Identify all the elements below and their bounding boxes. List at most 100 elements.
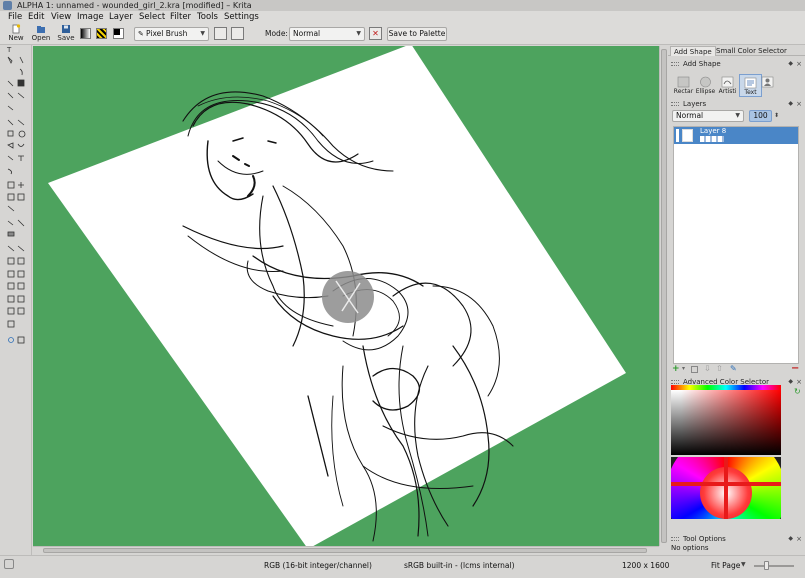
shape-artistic-label: Artisti xyxy=(718,88,737,95)
layer-properties-icon[interactable]: ✎ xyxy=(730,364,737,373)
add-shape-header: Add Shape ◆ × xyxy=(668,59,805,69)
close-icon[interactable]: × xyxy=(796,99,802,109)
right-docker-panel: Add Shape Small Color Selector Add Shape… xyxy=(668,45,805,555)
advanced-color-selector[interactable] xyxy=(671,385,781,519)
layers-header: Layers ◆ × xyxy=(668,99,805,109)
layer-blend-mode-value: Normal xyxy=(676,111,704,120)
rectangle-shape-icon xyxy=(677,76,690,88)
menu-file[interactable]: File xyxy=(8,11,22,23)
status-bar: RGB (16-bit integer/channel) sRGB built-… xyxy=(0,555,805,578)
layer-thumbnail xyxy=(682,129,693,142)
save-to-palette-button[interactable]: Save to Palette xyxy=(387,27,447,41)
grip-icon xyxy=(671,62,679,66)
toolbox-icons: T xyxy=(6,46,26,344)
canvas-drawing[interactable] xyxy=(33,46,659,546)
open-button-label: Open xyxy=(31,34,51,42)
menu-tools[interactable]: Tools xyxy=(197,11,218,23)
color-crosshair-vertical xyxy=(724,457,728,519)
docker-tabs: Add Shape Small Color Selector xyxy=(668,45,805,56)
layer-opacity-input[interactable]: 100 xyxy=(749,110,772,122)
zoom-slider-handle[interactable] xyxy=(764,561,769,570)
grip-icon xyxy=(671,102,679,106)
layers-title: Layers xyxy=(683,100,707,108)
tool-options-text: No options xyxy=(671,544,709,552)
menu-edit[interactable]: Edit xyxy=(28,11,44,23)
vertical-scroll-thumb[interactable] xyxy=(661,49,667,543)
new-button[interactable]: New xyxy=(4,24,28,44)
menu-select[interactable]: Select xyxy=(139,11,165,23)
canvas[interactable] xyxy=(33,46,659,546)
brush-preset-selector[interactable]: ✎ Pixel Brush ▼ xyxy=(134,27,209,41)
mirror-horizontal-icon[interactable] xyxy=(214,27,227,40)
foreground-background-color-icon[interactable] xyxy=(113,28,124,39)
duplicate-layer-icon[interactable] xyxy=(691,366,698,373)
chevron-down-icon: ▼ xyxy=(735,112,740,119)
eraser-mode-icon[interactable]: ✕ xyxy=(369,27,382,40)
lightness-bar[interactable] xyxy=(671,390,681,455)
color-selector-settings-icon[interactable]: ↻ xyxy=(794,387,801,396)
move-layer-down-icon[interactable]: ⇩ xyxy=(704,364,711,373)
menu-bar: File Edit View Image Layer Select Filter… xyxy=(0,11,805,23)
shape-text-label: Text xyxy=(744,89,757,96)
zoom-slider-track[interactable] xyxy=(754,565,794,567)
layer-row[interactable]: Layer 8 xyxy=(674,127,798,144)
new-button-label: New xyxy=(8,34,24,42)
status-color-profile: sRGB built-in - (lcms internal) xyxy=(404,561,515,570)
menu-settings[interactable]: Settings xyxy=(224,11,259,23)
save-button[interactable]: Save xyxy=(54,24,78,44)
status-color-model: RGB (16-bit integer/channel) xyxy=(264,561,372,570)
title-bar: ALPHA 1: unnamed - wounded_girl_2.kra [m… xyxy=(0,0,805,11)
grip-icon xyxy=(671,380,679,384)
vertical-scrollbar[interactable] xyxy=(659,46,668,546)
layer-blend-mode-selector[interactable]: Normal ▼ xyxy=(672,110,744,122)
layer-property-icons[interactable] xyxy=(700,136,724,142)
close-icon[interactable]: × xyxy=(796,534,802,544)
shape-artistic-text-button[interactable]: Artisti xyxy=(716,74,739,97)
zoom-selector[interactable]: Fit Page xyxy=(711,561,740,571)
tab-add-shape[interactable]: Add Shape xyxy=(670,46,716,56)
float-icon[interactable]: ◆ xyxy=(788,377,793,387)
gradient-selector-icon[interactable] xyxy=(80,28,91,39)
mirror-vertical-icon[interactable] xyxy=(231,27,244,40)
person-shape-icon xyxy=(761,76,773,88)
main-toolbar: New Open Save ✎ Pixel Brush ▼ Mode: Norm… xyxy=(0,23,805,45)
color-wheel-area[interactable] xyxy=(671,457,781,519)
horizontal-scrollbar[interactable] xyxy=(33,546,659,554)
chevron-down-icon: ▼ xyxy=(356,30,361,37)
blend-mode-selector[interactable]: Normal ▼ xyxy=(289,27,365,41)
opacity-spin-icon[interactable]: ⬍ xyxy=(774,110,779,122)
horizontal-scroll-thumb[interactable] xyxy=(43,548,647,553)
shape-ellipse-button[interactable]: Ellipse xyxy=(694,74,717,97)
save-button-label: Save xyxy=(57,34,75,42)
move-layer-up-icon[interactable]: ⇧ xyxy=(716,364,723,373)
float-icon[interactable]: ◆ xyxy=(788,59,793,69)
shape-ellipse-label: Ellipse xyxy=(695,88,716,95)
menu-view[interactable]: View xyxy=(51,11,71,23)
float-icon[interactable]: ◆ xyxy=(788,534,793,544)
krita-app-icon xyxy=(3,1,12,10)
delete-layer-icon[interactable]: − xyxy=(791,363,799,374)
save-disk-icon xyxy=(62,25,70,33)
brush-preset-value: Pixel Brush xyxy=(146,29,188,38)
grip-icon xyxy=(671,537,679,541)
menu-layer[interactable]: Layer xyxy=(109,11,133,23)
close-icon[interactable]: × xyxy=(796,377,802,387)
svg-text:T: T xyxy=(6,46,12,54)
layers-list[interactable]: Layer 8 xyxy=(673,126,799,364)
pattern-selector-icon[interactable] xyxy=(96,28,107,39)
menu-filter[interactable]: Filter xyxy=(170,11,191,23)
menu-image[interactable]: Image xyxy=(77,11,104,23)
add-layer-menu-icon[interactable]: ▾ xyxy=(682,365,685,372)
tab-small-color-selector[interactable]: Small Color Selector xyxy=(713,46,790,56)
add-layer-icon[interactable]: + xyxy=(672,364,680,374)
float-icon[interactable]: ◆ xyxy=(788,99,793,109)
open-button[interactable]: Open xyxy=(29,24,53,44)
layer-opacity-value: 100 xyxy=(753,111,768,120)
saturation-value-square[interactable] xyxy=(681,390,781,455)
chevron-down-icon[interactable]: ▼ xyxy=(741,560,746,570)
shape-more-button[interactable] xyxy=(756,74,778,97)
shape-rectangle-button[interactable]: Rectar xyxy=(672,74,695,97)
chevron-down-icon: ▼ xyxy=(200,30,205,37)
open-folder-icon xyxy=(37,26,45,33)
close-icon[interactable]: × xyxy=(796,59,802,69)
